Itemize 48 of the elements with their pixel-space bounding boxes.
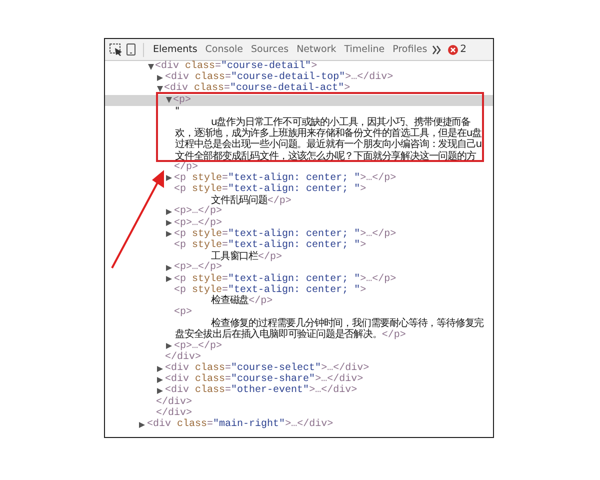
tab[interactable]: Sources (248, 40, 292, 60)
text-line: 检查磁盘</p> (211, 295, 273, 308)
tab[interactable]: Console (202, 40, 246, 60)
inspect-icon[interactable] (109, 43, 123, 56)
code-line[interactable]: <p style="text-align: center; ">…</p> (174, 228, 396, 240)
code-line[interactable]: <p style="text-align: center; ">…</p> (174, 172, 396, 184)
error-icon (448, 44, 458, 54)
triangle-down-icon[interactable] (148, 64, 154, 70)
code-line[interactable]: </div> (156, 408, 192, 420)
code-line[interactable]: <p>…</p> (174, 340, 222, 352)
selected-row[interactable]: <p> (105, 94, 493, 106)
code-line[interactable]: <div class="course-detail-act"> (164, 83, 350, 95)
code-line[interactable]: <div class="other-event">…</div> (165, 385, 358, 397)
code-line[interactable]: <div class="course-detail-top">…</div> (165, 72, 394, 84)
code-line[interactable]: </p> (174, 162, 198, 173)
text-line: 工具窗口栏</p> (211, 250, 282, 263)
tab[interactable]: Network (294, 40, 340, 60)
text-line: 文件乱码问题</p> (211, 194, 292, 207)
code-line[interactable]: <div class="course-select">…</div> (165, 363, 370, 374)
text-line: 过程中总是会出现一些小问题。最近就有一个朋友向小编咨询：发现自己u (175, 139, 482, 150)
triangle-right-icon[interactable] (157, 74, 163, 81)
code-line[interactable]: </div> (165, 352, 202, 364)
phone-icon[interactable] (125, 43, 137, 56)
code-line[interactable]: <p>…</p> (174, 218, 222, 229)
text-line: " (175, 106, 179, 117)
code-line[interactable]: </div> (156, 396, 192, 408)
code-line[interactable]: <div class="course-detail"> (155, 61, 318, 72)
code-line[interactable]: <p style="text-align: center; ">…</p> (174, 274, 396, 285)
error-count: 2 (460, 44, 467, 55)
text-line: u盘作为日常工作不可或缺的小工具，因其小巧、携带便捷而备 (210, 116, 471, 128)
text-line: 欢，逐渐地，成为许多上班族用来存储和备份文件的首选工具，但是在u盘 (175, 128, 482, 140)
triangle-right-icon[interactable] (166, 343, 172, 350)
tab[interactable]: Profiles (390, 40, 430, 60)
code-line[interactable]: <p style="text-align: center; "> (174, 284, 366, 296)
code-line[interactable]: <p style="text-align: center; "> (174, 240, 366, 252)
code-line[interactable]: <div class="main-right">…</div> (147, 419, 334, 430)
code-line[interactable]: <div class="course-share">…</div> (165, 374, 364, 386)
overflow-chevron-icon[interactable] (432, 44, 442, 54)
code-line[interactable]: <p> (174, 307, 192, 318)
code-line[interactable]: <p>…</p> (174, 262, 222, 274)
code-line[interactable]: <p style="text-align: center; "> (174, 184, 366, 196)
text-line: 检查修复的过程需要几分钟时间，我们需要耐心等待，等待修复完 (211, 318, 484, 330)
text-line: 盘安全拔出后在插入电脑即可验证问题是否解决。</p> (175, 329, 406, 341)
triangle-right-icon[interactable] (139, 422, 145, 428)
tab[interactable]: Elements (150, 40, 200, 60)
code-line[interactable]: <p>…</p> (174, 206, 222, 218)
code-line[interactable]: <p> (173, 94, 192, 106)
tab[interactable]: Timeline (341, 40, 388, 60)
